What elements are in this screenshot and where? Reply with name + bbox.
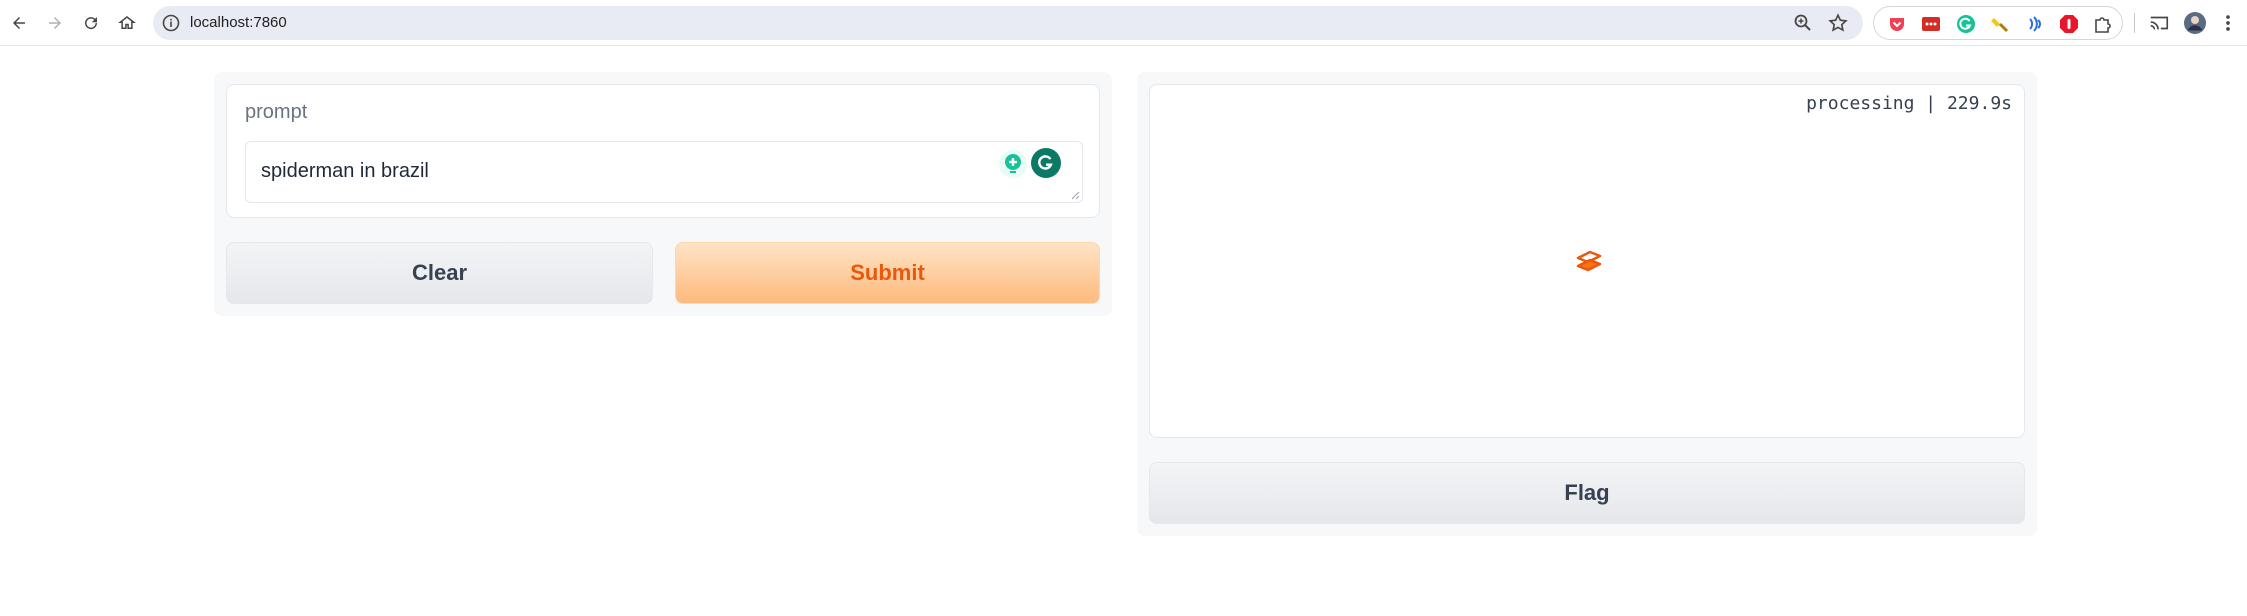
reload-icon[interactable] (78, 10, 104, 36)
output-panel: processing | 229.9s Flag (1137, 72, 2037, 536)
address-bar[interactable]: localhost:7860 (153, 6, 1863, 40)
submit-button[interactable]: Submit (675, 242, 1100, 304)
back-icon[interactable] (6, 10, 32, 36)
grammarly-suggestion-icon[interactable] (999, 150, 1027, 178)
prompt-value: spiderman in brazil (261, 160, 429, 182)
bookmark-star-icon[interactable] (1827, 12, 1849, 34)
input-panel: prompt spiderman in brazil Clear Submit (214, 72, 1112, 316)
browser-menu-icon[interactable] (2216, 11, 2240, 35)
prompt-textarea[interactable]: spiderman in brazil (245, 141, 1083, 203)
resize-grip-icon[interactable] (1070, 190, 1080, 200)
cast-icon[interactable] (2147, 11, 2171, 35)
home-icon[interactable] (114, 10, 140, 36)
processing-status: processing | 229.9s (1806, 93, 2012, 114)
grammarly-icon[interactable] (1956, 14, 1976, 34)
forward-icon[interactable] (42, 10, 68, 36)
flag-button[interactable]: Flag (1149, 462, 2025, 524)
prompt-block: prompt spiderman in brazil (226, 84, 1100, 218)
browser-toolbar: localhost:7860 (0, 0, 2247, 46)
loading-spinner-icon (1576, 250, 1602, 272)
prompt-label: prompt (245, 101, 308, 123)
profile-avatar[interactable] (2183, 11, 2207, 35)
zoom-icon[interactable] (1793, 13, 1813, 33)
pocket-icon[interactable] (1887, 14, 1907, 34)
adblock-icon[interactable] (2059, 14, 2079, 34)
site-info-icon[interactable] (161, 13, 181, 33)
extensions-bar (1873, 6, 2123, 40)
extensions-puzzle-icon[interactable] (2093, 14, 2113, 34)
url-text: localhost:7860 (190, 14, 287, 31)
highlighter-icon[interactable] (1990, 14, 2010, 34)
grammarly-g-icon[interactable] (1031, 148, 1061, 178)
clear-button[interactable]: Clear (226, 242, 653, 304)
output-block: processing | 229.9s (1149, 84, 2025, 438)
read-aloud-icon[interactable] (2025, 14, 2045, 34)
lastpass-icon[interactable] (1921, 14, 1941, 34)
toolbar-divider (2134, 13, 2135, 33)
